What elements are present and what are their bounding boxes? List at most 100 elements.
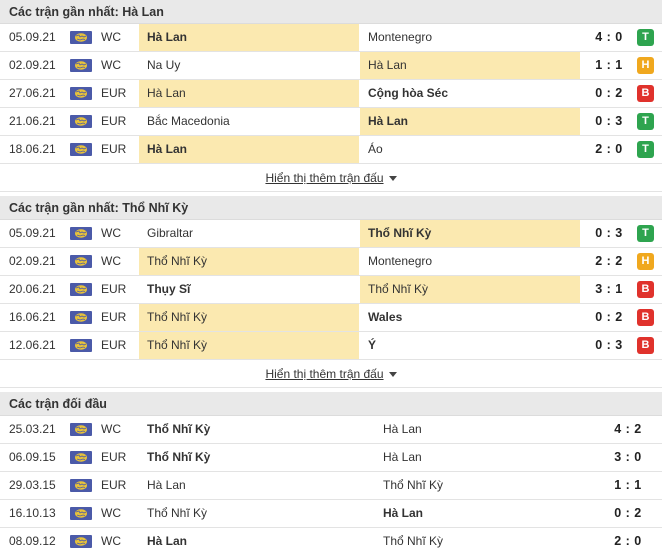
match-date: 20.06.21: [9, 282, 56, 296]
away-team[interactable]: Áo: [360, 136, 580, 163]
match-date: 06.09.15: [9, 450, 56, 464]
match-score[interactable]: 4 : 2: [598, 416, 658, 443]
match-row[interactable]: 21.06.21 EUR Bắc Macedonia Hà Lan 0 : 3 T: [0, 108, 662, 136]
competition-label[interactable]: WC: [101, 52, 141, 79]
home-team[interactable]: Hà Lan: [139, 136, 359, 163]
match-row[interactable]: 18.06.21 EUR Hà Lan Áo 2 : 0 T: [0, 136, 662, 164]
match-history-panel: Các trận gần nhất: Hà Lan 05.09.21 WC Hà La…: [0, 0, 662, 555]
section-title: Các trận gần nhất: Thổ Nhĩ Kỳ: [0, 196, 662, 220]
match-row[interactable]: 12.06.21 EUR Thổ Nhĩ Kỳ Ý 0 : 3 B: [0, 332, 662, 360]
match-row[interactable]: 02.09.21 WC Na Uy Hà Lan 1 : 1 H: [0, 52, 662, 80]
match-score[interactable]: 0 : 3: [586, 220, 632, 247]
match-score[interactable]: 0 : 3: [586, 332, 632, 359]
away-team[interactable]: Hà Lan: [360, 108, 580, 135]
result-badge: T: [637, 225, 654, 242]
match-row[interactable]: 25.03.21 WC Thổ Nhĩ Kỳ Hà Lan 4 : 2: [0, 416, 662, 444]
show-more-link[interactable]: Hiển thị thêm trận đấu: [265, 171, 383, 185]
match-score[interactable]: 1 : 1: [598, 472, 658, 499]
match-row[interactable]: 02.09.21 WC Thổ Nhĩ Kỳ Montenegro 2 : 2 H: [0, 248, 662, 276]
home-team[interactable]: Bắc Macedonia: [139, 108, 359, 135]
away-team[interactable]: Montenegro: [360, 24, 580, 51]
result-badge: T: [637, 113, 654, 130]
match-score[interactable]: 3 : 1: [586, 276, 632, 303]
away-team[interactable]: Thổ Nhĩ Kỳ: [375, 528, 595, 555]
match-score[interactable]: 0 : 2: [586, 80, 632, 107]
match-score[interactable]: 2 : 0: [598, 528, 658, 555]
caret-down-icon[interactable]: [388, 372, 397, 378]
match-score[interactable]: 2 : 2: [586, 248, 632, 275]
match-row[interactable]: 29.03.15 EUR Hà Lan Thổ Nhĩ Kỳ 1 : 1: [0, 472, 662, 500]
world-flag-icon: [70, 311, 92, 324]
match-date: 16.06.21: [9, 310, 56, 324]
away-team[interactable]: Wales: [360, 304, 580, 331]
home-team[interactable]: Thổ Nhĩ Kỳ: [139, 332, 359, 359]
section-title: Các trận đối đầu: [0, 392, 662, 416]
competition-label[interactable]: EUR: [101, 444, 141, 471]
home-team[interactable]: Thổ Nhĩ Kỳ: [139, 416, 369, 443]
caret-down-icon[interactable]: [388, 176, 397, 182]
match-date: 12.06.21: [9, 338, 56, 352]
competition-label[interactable]: EUR: [101, 80, 141, 107]
away-team[interactable]: Thổ Nhĩ Kỳ: [360, 276, 580, 303]
competition-label[interactable]: WC: [101, 416, 141, 443]
world-flag-icon: [70, 339, 92, 352]
home-team[interactable]: Hà Lan: [139, 472, 369, 499]
competition-label[interactable]: EUR: [101, 304, 141, 331]
match-date: 21.06.21: [9, 114, 56, 128]
match-row[interactable]: 16.06.21 EUR Thổ Nhĩ Kỳ Wales 0 : 2 B: [0, 304, 662, 332]
match-date: 29.03.15: [9, 478, 56, 492]
match-row[interactable]: 16.10.13 WC Thổ Nhĩ Kỳ Hà Lan 0 : 2: [0, 500, 662, 528]
home-team[interactable]: Thổ Nhĩ Kỳ: [139, 500, 369, 527]
competition-label[interactable]: WC: [101, 248, 141, 275]
home-team[interactable]: Thổ Nhĩ Kỳ: [139, 304, 359, 331]
competition-label[interactable]: EUR: [101, 276, 141, 303]
match-score[interactable]: 2 : 0: [586, 136, 632, 163]
match-score[interactable]: 0 : 2: [598, 500, 658, 527]
competition-label[interactable]: WC: [101, 220, 141, 247]
away-team[interactable]: Montenegro: [360, 248, 580, 275]
world-flag-icon: [70, 59, 92, 72]
home-team[interactable]: Hà Lan: [139, 80, 359, 107]
home-team[interactable]: Thổ Nhĩ Kỳ: [139, 248, 359, 275]
match-row[interactable]: 08.09.12 WC Hà Lan Thổ Nhĩ Kỳ 2 : 0: [0, 528, 662, 555]
match-row[interactable]: 06.09.15 EUR Thổ Nhĩ Kỳ Hà Lan 3 : 0: [0, 444, 662, 472]
competition-label[interactable]: WC: [101, 500, 141, 527]
home-team[interactable]: Hà Lan: [139, 528, 369, 555]
away-team[interactable]: Hà Lan: [375, 416, 595, 443]
match-score[interactable]: 3 : 0: [598, 444, 658, 471]
away-team[interactable]: Hà Lan: [375, 500, 595, 527]
away-team[interactable]: Cộng hòa Séc: [360, 80, 580, 107]
section-title: Các trận gần nhất: Hà Lan: [0, 0, 662, 24]
world-flag-icon: [70, 479, 92, 492]
world-flag-icon: [70, 87, 92, 100]
home-team[interactable]: Hà Lan: [139, 24, 359, 51]
world-flag-icon: [70, 451, 92, 464]
match-row[interactable]: 20.06.21 EUR Thụy Sĩ Thổ Nhĩ Kỳ 3 : 1 B: [0, 276, 662, 304]
home-team[interactable]: Thổ Nhĩ Kỳ: [139, 444, 369, 471]
match-score[interactable]: 0 : 3: [586, 108, 632, 135]
match-row[interactable]: 05.09.21 WC Gibraltar Thổ Nhĩ Kỳ 0 : 3 T: [0, 220, 662, 248]
competition-label[interactable]: EUR: [101, 332, 141, 359]
competition-label[interactable]: EUR: [101, 472, 141, 499]
away-team[interactable]: Ý: [360, 332, 580, 359]
away-team[interactable]: Thổ Nhĩ Kỳ: [360, 220, 580, 247]
away-team[interactable]: Hà Lan: [360, 52, 580, 79]
result-badge: B: [637, 309, 654, 326]
result-badge: H: [637, 253, 654, 270]
away-team[interactable]: Hà Lan: [375, 444, 595, 471]
match-score[interactable]: 4 : 0: [586, 24, 632, 51]
world-flag-icon: [70, 255, 92, 268]
match-score[interactable]: 0 : 2: [586, 304, 632, 331]
competition-label[interactable]: WC: [101, 528, 141, 555]
show-more-link[interactable]: Hiển thị thêm trận đấu: [265, 367, 383, 381]
competition-label[interactable]: WC: [101, 24, 141, 51]
home-team[interactable]: Na Uy: [139, 52, 359, 79]
match-score[interactable]: 1 : 1: [586, 52, 632, 79]
away-team[interactable]: Thổ Nhĩ Kỳ: [375, 472, 595, 499]
competition-label[interactable]: EUR: [101, 108, 141, 135]
match-row[interactable]: 05.09.21 WC Hà Lan Montenegro 4 : 0 T: [0, 24, 662, 52]
home-team[interactable]: Gibraltar: [139, 220, 359, 247]
competition-label[interactable]: EUR: [101, 136, 141, 163]
match-row[interactable]: 27.06.21 EUR Hà Lan Cộng hòa Séc 0 : 2 B: [0, 80, 662, 108]
home-team[interactable]: Thụy Sĩ: [139, 276, 359, 303]
